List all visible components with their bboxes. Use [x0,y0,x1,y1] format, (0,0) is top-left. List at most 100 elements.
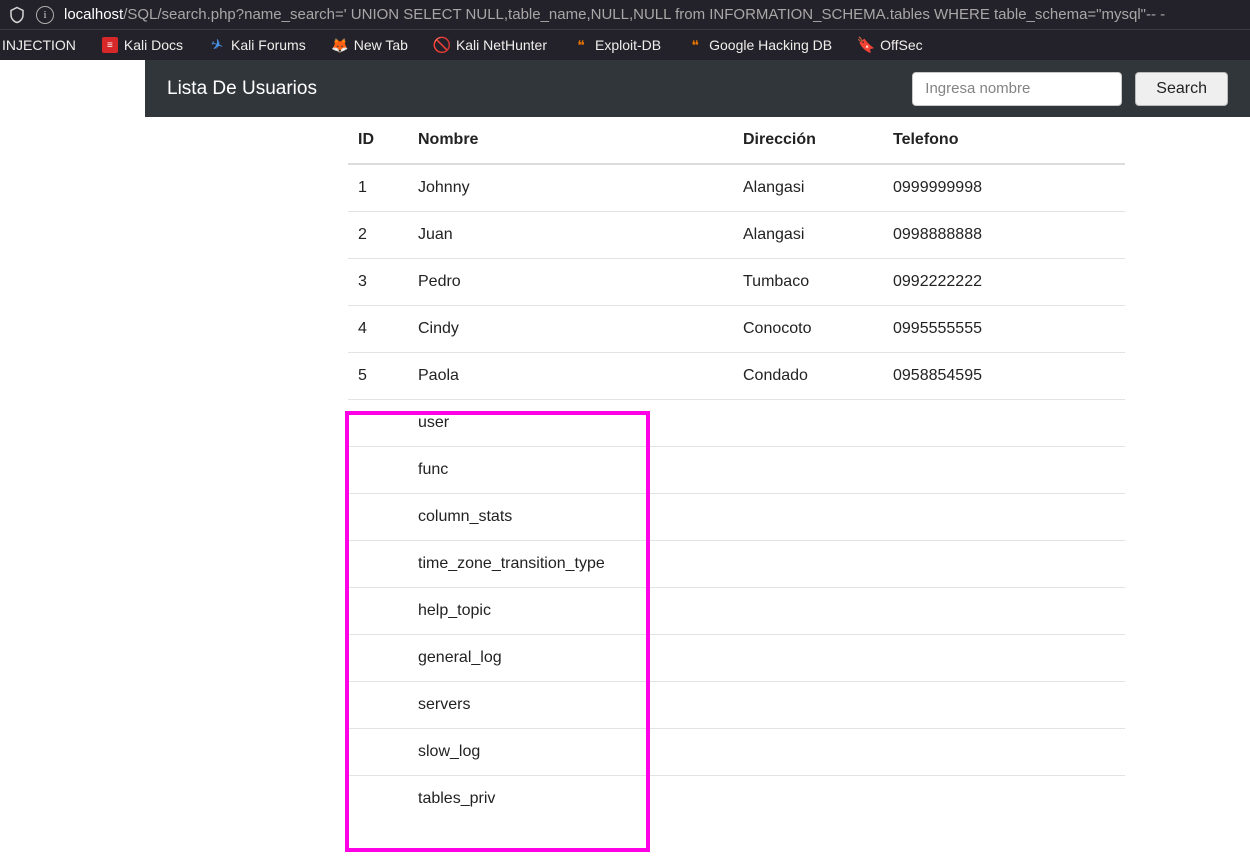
cell-id [348,494,408,541]
cell-nombre: func [408,447,733,494]
bookmark-new-tab[interactable]: 🦊New Tab [326,30,414,60]
cell-direccion: Alangasi [733,164,883,212]
bookmark-icon: ❝ [687,37,703,53]
cell-id [348,541,408,588]
th-id: ID [348,117,408,164]
cell-direccion [733,400,883,447]
shield-icon[interactable] [8,6,26,24]
bookmark-label: INJECTION [2,37,76,53]
cell-telefono [883,588,1125,635]
cell-direccion: Conocoto [733,306,883,353]
cell-nombre: Cindy [408,306,733,353]
cell-direccion [733,682,883,729]
url-path: /SQL/search.php?name_search=' UNION SELE… [123,6,1165,23]
cell-nombre: column_stats [408,494,733,541]
cell-telefono [883,447,1125,494]
url-bar: i localhost/SQL/search.php?name_search='… [0,0,1250,30]
table-row: func [348,447,1125,494]
table-row: 2JuanAlangasi0998888888 [348,212,1125,259]
cell-id: 1 [348,164,408,212]
cell-id [348,729,408,776]
cell-nombre: Juan [408,212,733,259]
cell-nombre: servers [408,682,733,729]
url-box[interactable]: i localhost/SQL/search.php?name_search='… [36,6,1242,24]
cell-direccion [733,541,883,588]
th-direccion: Dirección [733,117,883,164]
cell-nombre: Johnny [408,164,733,212]
bookmark-offsec[interactable]: 🔖OffSec [852,30,929,60]
bookmark-label: Kali Docs [124,37,183,53]
page-navbar: Lista De Usuarios Search [145,60,1250,117]
info-icon[interactable]: i [36,6,54,24]
cell-telefono [883,400,1125,447]
cell-id [348,635,408,682]
table-row: user [348,400,1125,447]
cell-id: 2 [348,212,408,259]
cell-id [348,400,408,447]
bookmark-label: Exploit-DB [595,37,661,53]
main-column: Lista De Usuarios Search ID Nombre Direc… [145,60,1250,822]
cell-telefono: 0958854595 [883,353,1125,400]
table-row: 4CindyConocoto0995555555 [348,306,1125,353]
bookmark-label: Kali NetHunter [456,37,547,53]
left-margin [0,60,145,822]
cell-direccion [733,588,883,635]
cell-direccion: Alangasi [733,212,883,259]
cell-nombre: slow_log [408,729,733,776]
url-host: localhost [64,6,123,23]
bookmark-icon: 🚫 [434,37,450,53]
page-title: Lista De Usuarios [167,78,317,100]
cell-telefono: 0995555555 [883,306,1125,353]
th-nombre: Nombre [408,117,733,164]
cell-telefono [883,776,1125,823]
table-row: help_topic [348,588,1125,635]
cell-nombre: user [408,400,733,447]
cell-telefono: 0999999998 [883,164,1125,212]
cell-direccion [733,776,883,823]
bookmark-injection[interactable]: INJECTION [0,30,82,60]
table-wrap: ID Nombre Dirección Telefono 1JohnnyAlan… [145,117,1250,822]
cell-nombre: general_log [408,635,733,682]
bookmark-kali-docs[interactable]: ≡Kali Docs [96,30,189,60]
cell-telefono [883,682,1125,729]
cell-nombre: help_topic [408,588,733,635]
cell-direccion: Tumbaco [733,259,883,306]
bookmark-label: Kali Forums [231,37,306,53]
search-button[interactable]: Search [1135,72,1228,106]
bookmark-kali-forums[interactable]: ✈Kali Forums [203,30,312,60]
cell-id: 4 [348,306,408,353]
table-row: servers [348,682,1125,729]
table-row: 1JohnnyAlangasi0999999998 [348,164,1125,212]
bookmark-label: New Tab [354,37,408,53]
bookmark-label: Google Hacking DB [709,37,832,53]
cell-id: 3 [348,259,408,306]
bookmark-icon: 🔖 [858,37,874,53]
table-row: tables_priv [348,776,1125,823]
cell-telefono [883,494,1125,541]
bookmark-icon: ✈ [207,35,228,56]
cell-id [348,588,408,635]
bookmark-exploit-db[interactable]: ❝ Exploit-DB [567,30,667,60]
search-input[interactable] [912,72,1122,106]
cell-telefono: 0998888888 [883,212,1125,259]
cell-direccion [733,494,883,541]
cell-direccion [733,729,883,776]
table-row: slow_log [348,729,1125,776]
bookmark-kali-nethunter[interactable]: 🚫 Kali NetHunter [428,30,553,60]
table-row: column_stats [348,494,1125,541]
table-row: time_zone_transition_type [348,541,1125,588]
cell-direccion [733,635,883,682]
table-row: general_log [348,635,1125,682]
cell-telefono: 0992222222 [883,259,1125,306]
cell-id [348,447,408,494]
users-table: ID Nombre Dirección Telefono 1JohnnyAlan… [348,117,1125,822]
cell-telefono [883,541,1125,588]
table-body: 1JohnnyAlangasi09999999982JuanAlangasi09… [348,164,1125,822]
cell-id [348,682,408,729]
cell-nombre: tables_priv [408,776,733,823]
bookmark-google-hacking-db[interactable]: ❝ Google Hacking DB [681,30,838,60]
bookmark-icon: ❝ [573,37,589,53]
cell-telefono [883,729,1125,776]
th-telefono: Telefono [883,117,1125,164]
cell-direccion: Condado [733,353,883,400]
